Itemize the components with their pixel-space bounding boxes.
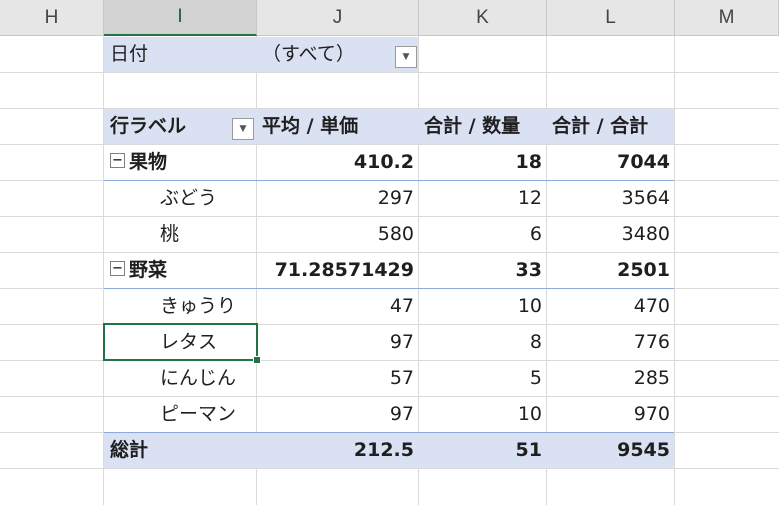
group-avg: 71.28571429 xyxy=(274,259,414,281)
item-total[interactable]: 3564 xyxy=(547,180,670,216)
dropdown-arrow-icon: ▼ xyxy=(402,52,410,62)
group-total: 7044 xyxy=(617,151,670,173)
filter-value: （すべて） xyxy=(262,43,355,65)
minus-box-icon[interactable]: − xyxy=(110,153,125,168)
minus-box-icon[interactable]: − xyxy=(110,261,125,276)
grand-total-label: 総計 xyxy=(110,439,149,461)
item-total[interactable]: 776 xyxy=(547,324,670,360)
column-header-h[interactable]: H xyxy=(0,0,104,36)
group-qty: 18 xyxy=(515,151,542,173)
grand-total-avg: 212.5 xyxy=(353,439,414,461)
item-qty[interactable]: 10 xyxy=(419,396,542,432)
item-avg[interactable]: 97 xyxy=(257,324,414,360)
row-label-header: 行ラベル xyxy=(110,115,187,137)
grand-total-total: 9545 xyxy=(617,439,670,461)
item-name[interactable]: ぶどう xyxy=(160,180,256,216)
item-name[interactable]: きゅうり xyxy=(160,288,256,324)
fill-handle[interactable] xyxy=(253,356,261,364)
grand-total-qty: 51 xyxy=(515,439,542,461)
group-avg: 410.2 xyxy=(353,151,414,173)
item-total[interactable]: 970 xyxy=(547,396,670,432)
column-header-k[interactable]: K xyxy=(419,0,547,36)
item-avg[interactable]: 297 xyxy=(257,180,414,216)
filter-dropdown-button[interactable]: ▼ xyxy=(395,46,417,68)
item-avg[interactable]: 57 xyxy=(257,360,414,396)
sum-total-header: 合計 / 合計 xyxy=(552,115,649,137)
item-avg[interactable]: 580 xyxy=(257,216,414,252)
item-qty[interactable]: 10 xyxy=(419,288,542,324)
item-name[interactable]: 桃 xyxy=(160,216,256,252)
item-qty[interactable]: 6 xyxy=(419,216,542,252)
column-header-i[interactable]: I xyxy=(104,0,257,36)
group-row-fruit[interactable]: − 果物 xyxy=(110,144,256,180)
column-header-j[interactable]: J xyxy=(257,0,419,36)
item-total[interactable]: 470 xyxy=(547,288,670,324)
item-total[interactable]: 3480 xyxy=(547,216,670,252)
dropdown-arrow-icon: ▼ xyxy=(239,124,247,134)
item-qty[interactable]: 5 xyxy=(419,360,542,396)
avg-price-header: 平均 / 単価 xyxy=(262,115,359,137)
group-total: 2501 xyxy=(617,259,670,281)
item-avg[interactable]: 47 xyxy=(257,288,414,324)
column-header-l[interactable]: L xyxy=(547,0,675,36)
filter-label: 日付 xyxy=(110,43,149,65)
item-name[interactable]: ピーマン xyxy=(160,396,256,432)
item-avg[interactable]: 97 xyxy=(257,396,414,432)
item-qty[interactable]: 8 xyxy=(419,324,542,360)
column-header-m[interactable]: M xyxy=(675,0,779,36)
row-label-filter-button[interactable]: ▼ xyxy=(232,118,254,140)
active-cell-selection[interactable] xyxy=(103,323,258,361)
item-name[interactable]: にんじん xyxy=(160,360,256,396)
item-total[interactable]: 285 xyxy=(547,360,670,396)
item-qty[interactable]: 12 xyxy=(419,180,542,216)
sum-qty-header: 合計 / 数量 xyxy=(424,115,521,137)
group-row-vegetables[interactable]: − 野菜 xyxy=(110,252,256,288)
group-qty: 33 xyxy=(515,259,542,281)
